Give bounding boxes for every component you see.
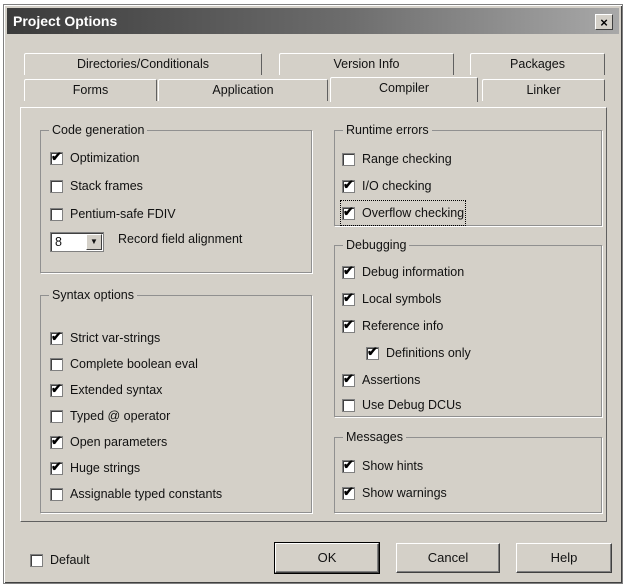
- record-alignment-select[interactable]: 8 ▼: [50, 232, 104, 252]
- checkbox-box: [342, 484, 355, 500]
- overflow-checking-checkbox[interactable]: Overflow checking: [339, 200, 467, 226]
- checkbox-box: [342, 204, 355, 220]
- use-debug-dcus-label: Use Debug DCUs: [362, 398, 462, 412]
- help-button[interactable]: Help: [516, 543, 612, 573]
- checkbox-box: [342, 317, 355, 333]
- reference-info-checkbox[interactable]: Reference info: [342, 315, 443, 337]
- assignable-typed-constants-label: Assignable typed constants: [70, 487, 223, 501]
- chevron-down-icon[interactable]: ▼: [86, 234, 102, 250]
- show-warnings-checkbox[interactable]: Show warnings: [342, 482, 447, 504]
- definitions-only-label: Definitions only: [386, 346, 471, 360]
- huge-strings-label: Huge strings: [70, 461, 141, 475]
- stack-frames-label: Stack frames: [70, 179, 143, 193]
- extended-syntax-checkbox[interactable]: Extended syntax: [50, 379, 162, 401]
- checkbox-box: [342, 177, 355, 193]
- assignable-typed-constants-checkbox[interactable]: Assignable typed constants: [50, 483, 222, 505]
- record-field-alignment-label: Record field alignment: [118, 228, 242, 250]
- tab-forms[interactable]: Forms: [24, 79, 157, 101]
- syntax-options-legend: Syntax options: [49, 287, 137, 303]
- definitions-only-checkbox[interactable]: Definitions only: [366, 342, 471, 364]
- open-parameters-label: Open parameters: [70, 435, 168, 449]
- default-label: Default: [50, 553, 90, 567]
- show-hints-label: Show hints: [362, 459, 424, 473]
- use-debug-dcus-checkbox[interactable]: Use Debug DCUs: [342, 394, 461, 416]
- tab-application[interactable]: Application: [158, 79, 328, 101]
- optimization-label: Optimization: [70, 151, 140, 165]
- messages-legend: Messages: [343, 429, 406, 445]
- checkbox-box: [342, 457, 355, 473]
- checkbox-box: [342, 398, 355, 412]
- code-generation-legend: Code generation: [49, 122, 148, 138]
- overflow-checking-label: Overflow checking: [362, 206, 465, 220]
- debugging-legend: Debugging: [343, 237, 410, 253]
- pentium-safe-fdiv-label: Pentium-safe FDIV: [70, 207, 176, 221]
- ok-button[interactable]: OK: [274, 542, 380, 574]
- checkbox-box: [50, 329, 63, 345]
- record-alignment-value: 8: [55, 235, 62, 249]
- default-checkbox[interactable]: Default: [30, 549, 90, 571]
- complete-boolean-eval-checkbox[interactable]: Complete boolean eval: [50, 353, 198, 375]
- runtime-errors-legend: Runtime errors: [343, 122, 432, 138]
- strict-var-strings-label: Strict var-strings: [70, 331, 161, 345]
- show-warnings-label: Show warnings: [362, 486, 447, 500]
- checkbox-box: [50, 381, 63, 397]
- checkbox-box: [50, 409, 63, 423]
- huge-strings-checkbox[interactable]: Huge strings: [50, 457, 140, 479]
- range-checking-label: Range checking: [362, 152, 452, 166]
- io-checking-checkbox[interactable]: I/O checking: [342, 175, 431, 197]
- tab-linker[interactable]: Linker: [482, 79, 605, 101]
- reference-info-label: Reference info: [362, 319, 444, 333]
- assertions-label: Assertions: [362, 373, 421, 387]
- local-symbols-checkbox[interactable]: Local symbols: [342, 288, 441, 310]
- record-field-alignment-text: Record field alignment: [118, 232, 243, 246]
- tab-directories-conditionals[interactable]: Directories/Conditionals: [24, 53, 262, 75]
- window-title: Project Options: [13, 13, 118, 29]
- strict-var-strings-checkbox[interactable]: Strict var-strings: [50, 327, 160, 349]
- checkbox-box: [30, 553, 43, 567]
- stack-frames-checkbox[interactable]: Stack frames: [50, 175, 143, 197]
- close-button[interactable]: ×: [595, 14, 613, 30]
- complete-boolean-eval-label: Complete boolean eval: [70, 357, 198, 371]
- pentium-safe-fdiv-checkbox[interactable]: Pentium-safe FDIV: [50, 203, 176, 225]
- tab-packages[interactable]: Packages: [470, 53, 605, 75]
- open-parameters-checkbox[interactable]: Open parameters: [50, 431, 167, 453]
- assertions-checkbox[interactable]: Assertions: [342, 369, 420, 391]
- local-symbols-label: Local symbols: [362, 292, 442, 306]
- checkbox-box: [342, 152, 355, 166]
- checkbox-box: [50, 459, 63, 475]
- checkbox-box: [50, 357, 63, 371]
- checkbox-box: [342, 290, 355, 306]
- checkbox-box: [50, 433, 63, 449]
- checkbox-box: [50, 179, 63, 193]
- checkbox-box: [366, 344, 379, 360]
- checkbox-box: [50, 487, 63, 501]
- range-checking-checkbox[interactable]: Range checking: [342, 148, 452, 170]
- optimization-checkbox[interactable]: Optimization: [50, 147, 139, 169]
- io-checking-label: I/O checking: [362, 179, 432, 193]
- typed-operator-label: Typed @ operator: [70, 409, 171, 423]
- cancel-button[interactable]: Cancel: [396, 543, 500, 573]
- checkbox-box: [50, 207, 63, 221]
- checkbox-box: [50, 149, 63, 165]
- typed-operator-checkbox[interactable]: Typed @ operator: [50, 405, 170, 427]
- tab-version-info[interactable]: Version Info: [279, 53, 454, 75]
- title-bar: Project Options ×: [7, 8, 619, 34]
- checkbox-box: [342, 371, 355, 387]
- tab-compiler[interactable]: Compiler: [330, 77, 478, 102]
- extended-syntax-label: Extended syntax: [70, 383, 163, 397]
- checkbox-box: [342, 263, 355, 279]
- debug-information-label: Debug information: [362, 265, 465, 279]
- debug-information-checkbox[interactable]: Debug information: [342, 261, 464, 283]
- show-hints-checkbox[interactable]: Show hints: [342, 455, 423, 477]
